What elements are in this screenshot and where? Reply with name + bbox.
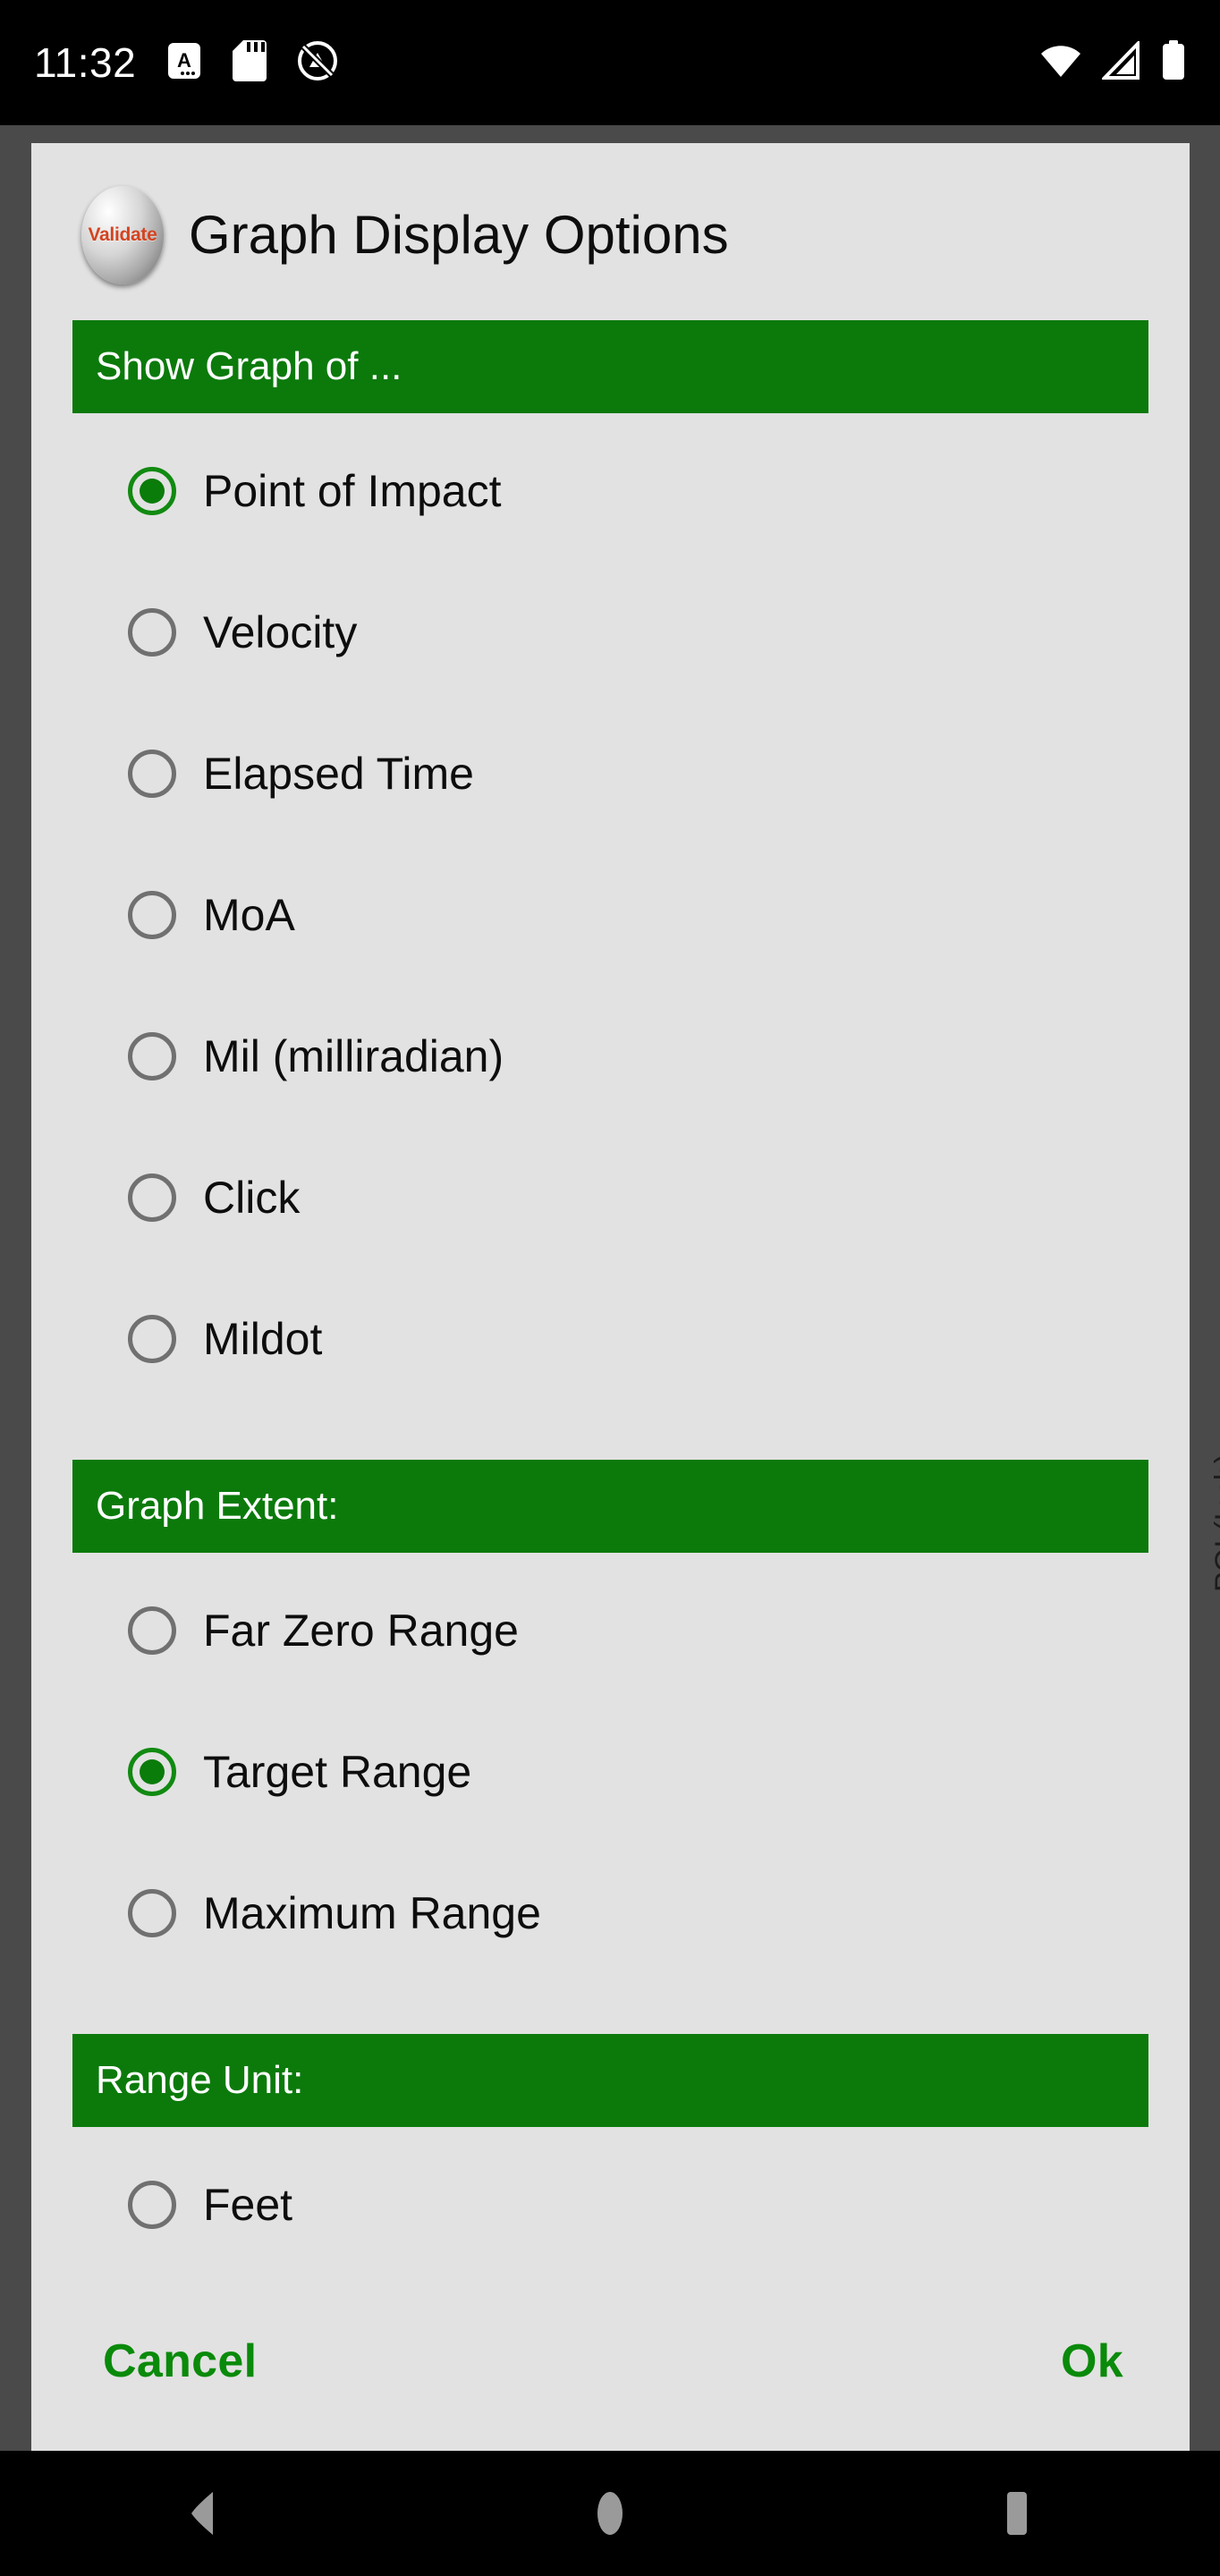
radio-option-label: Target Range: [203, 1747, 472, 1797]
battery-icon: [1161, 39, 1186, 86]
radio-option-graph-extent-1[interactable]: Target Range: [31, 1701, 1190, 1843]
radio-unselected-icon[interactable]: [128, 1174, 176, 1222]
radio-option-graph-extent-2[interactable]: Maximum Range: [31, 1843, 1190, 1984]
radio-unselected-icon[interactable]: [128, 1889, 176, 1937]
section-header-show-graph-of: Show Graph of ...: [72, 320, 1148, 413]
radio-option-label: Mildot: [203, 1314, 323, 1364]
ok-button[interactable]: Ok: [1048, 2326, 1136, 2397]
graph-y-axis-label-right: POI (Inch): [1209, 1453, 1220, 1592]
status-bar: 11:32 A: [0, 0, 1220, 125]
radio-option-label: Feet: [203, 2180, 293, 2230]
status-bar-left-group: 11:32 A: [34, 39, 338, 86]
navigation-bar: [0, 2451, 1220, 2576]
radio-option-show-graph-of-5[interactable]: Click: [31, 1127, 1190, 1268]
radio-option-show-graph-of-4[interactable]: Mil (milliradian): [31, 986, 1190, 1127]
status-bar-right-group: [1039, 38, 1186, 86]
radio-selected-icon[interactable]: [128, 467, 176, 515]
radio-option-show-graph-of-0[interactable]: Point of Impact: [31, 420, 1190, 562]
graph-display-options-dialog: Validate Graph Display Options Show Grap…: [31, 143, 1190, 2451]
radio-option-label: Velocity: [203, 607, 358, 657]
do-not-disturb-icon: [297, 40, 338, 86]
radio-option-label: Point of Impact: [203, 466, 502, 516]
radio-unselected-icon[interactable]: [128, 608, 176, 657]
radio-selected-icon[interactable]: [128, 1748, 176, 1796]
radio-option-show-graph-of-3[interactable]: MoA: [31, 844, 1190, 986]
radio-option-show-graph-of-6[interactable]: Mildot: [31, 1268, 1190, 1410]
recents-button-icon[interactable]: [950, 2451, 1084, 2576]
dialog-options-list: Show Graph of ... Point of Impact Velocity…: [31, 320, 1190, 2272]
radio-unselected-icon[interactable]: [128, 891, 176, 939]
dialog-button-bar: Cancel Ok: [31, 2272, 1190, 2451]
radio-unselected-icon[interactable]: [128, 750, 176, 798]
section-header-range-unit: Range Unit:: [72, 2034, 1148, 2127]
dialog-title: Graph Display Options: [189, 205, 729, 265]
radio-option-label: Maximum Range: [203, 1888, 541, 1938]
dialog-scroll-area[interactable]: Show Graph of ... Point of Impact Velocity…: [31, 320, 1190, 2272]
radio-option-show-graph-of-1[interactable]: Velocity: [31, 562, 1190, 703]
radio-option-label: Click: [203, 1173, 301, 1223]
radio-option-label: Far Zero Range: [203, 1606, 519, 1656]
radio-unselected-icon[interactable]: [128, 1315, 176, 1363]
cellular-signal-icon: [1100, 38, 1141, 85]
dialog-title-row: Validate Graph Display Options: [31, 143, 1190, 320]
radio-option-label: MoA: [203, 890, 295, 940]
validate-badge-icon: Validate: [81, 186, 164, 284]
wifi-icon: [1039, 41, 1082, 85]
section-header-graph-extent: Graph Extent:: [72, 1460, 1148, 1553]
radio-option-graph-extent-0[interactable]: Far Zero Range: [31, 1560, 1190, 1701]
validate-badge-label: Validate: [88, 225, 157, 245]
radio-unselected-icon[interactable]: [128, 1606, 176, 1655]
radio-option-range-unit-0[interactable]: Feet: [31, 2134, 1190, 2272]
radio-option-label: Elapsed Time: [203, 749, 474, 799]
radio-option-show-graph-of-2[interactable]: Elapsed Time: [31, 703, 1190, 844]
cancel-button[interactable]: Cancel: [90, 2326, 269, 2397]
back-button-icon[interactable]: [136, 2451, 270, 2576]
caps-lock-a-icon: A: [166, 41, 202, 85]
status-clock: 11:32: [34, 39, 137, 86]
home-button-icon[interactable]: [543, 2451, 677, 2576]
radio-unselected-icon[interactable]: [128, 1032, 176, 1080]
android-screen: 11:32 A POI (Inch) Validate Graph Displa…: [0, 0, 1220, 2576]
sd-card-icon: [233, 39, 267, 86]
radio-unselected-icon[interactable]: [128, 2181, 176, 2229]
radio-option-label: Mil (milliradian): [203, 1031, 504, 1081]
svg-text:A: A: [177, 49, 191, 72]
